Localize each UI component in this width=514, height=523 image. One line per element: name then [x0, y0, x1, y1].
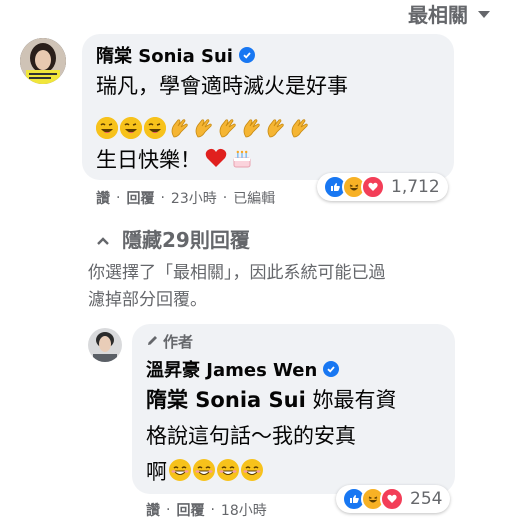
birthday-cake-icon — [231, 147, 253, 173]
reply-author[interactable]: 溫昇豪 James Wen — [146, 356, 340, 382]
comment-text: 生日快樂！ — [96, 148, 201, 172]
sort-dropdown[interactable]: 最相關 — [408, 0, 490, 27]
avatar[interactable] — [20, 38, 66, 84]
pencil-icon — [146, 333, 159, 351]
author-name[interactable]: 溫昇豪 James Wen — [146, 356, 317, 382]
separator-dot: · — [166, 502, 171, 518]
mention-link[interactable]: 隋棠 Sonia Sui — [146, 388, 306, 412]
clap-emoji-icon — [216, 117, 238, 139]
reply-text-line: 隋棠 Sonia Sui 妳最有資 — [146, 383, 396, 417]
chevron-up-icon — [96, 227, 110, 251]
reply-actions: 讚 · 回覆 · 18小時 — [146, 500, 267, 520]
love-icon — [361, 175, 385, 199]
hide-replies-label: 隱藏29則回覆 — [122, 228, 250, 252]
verified-badge-icon — [323, 361, 340, 377]
avatar[interactable] — [88, 328, 122, 362]
separator-dot: · — [222, 190, 228, 206]
reply-action[interactable]: 回覆 — [126, 188, 154, 208]
clap-emoji-icon — [264, 117, 286, 139]
separator-dot: · — [160, 190, 165, 206]
reply-text-line: 啊 — [146, 455, 263, 489]
reply-text: 格說這句話～我的安真 — [146, 424, 356, 448]
sort-label: 最相關 — [408, 2, 468, 27]
emoji-row — [96, 116, 312, 140]
reaction-summary[interactable]: 1,712 — [317, 173, 448, 201]
laughing-wink-emoji-icon — [144, 117, 166, 139]
reply-text: 啊 — [146, 460, 167, 484]
like-action[interactable]: 讚 — [96, 188, 110, 208]
reaction-count: 254 — [410, 489, 443, 509]
verified-badge-icon — [238, 47, 255, 63]
red-heart-icon — [205, 148, 227, 172]
author-name[interactable]: 隋棠 Sonia Sui — [96, 42, 233, 68]
timestamp[interactable]: 23小時 — [171, 188, 217, 208]
reaction-count: 1,712 — [391, 177, 440, 197]
clap-emoji-icon — [240, 117, 262, 139]
reply-text: 妳最有資 — [305, 388, 397, 412]
clap-emoji-icon — [288, 117, 310, 139]
comment-author[interactable]: 隋棠 Sonia Sui — [96, 42, 255, 68]
edited-label[interactable]: 已編輯 — [233, 188, 275, 208]
comment-actions: 讚 · 回覆 · 23小時 · 已編輯 — [96, 188, 275, 208]
clap-emoji-icon — [168, 117, 190, 139]
grin-emoji-icon — [241, 459, 263, 485]
reaction-summary[interactable]: 254 — [336, 485, 451, 513]
clap-emoji-icon — [192, 117, 214, 139]
separator-dot: · — [210, 502, 215, 518]
separator-dot: · — [116, 190, 121, 206]
author-badge: 作者 — [146, 331, 193, 352]
grin-emoji-icon — [193, 459, 215, 485]
love-icon — [380, 487, 404, 511]
author-badge-label: 作者 — [163, 333, 194, 351]
laughing-wink-emoji-icon — [120, 117, 142, 139]
timestamp[interactable]: 18小時 — [221, 500, 267, 520]
laughing-wink-emoji-icon — [96, 117, 118, 139]
comment-text-line: 生日快樂！ — [96, 143, 253, 177]
grin-emoji-icon — [217, 459, 239, 485]
notice-line: 你選擇了「最相關」，因此系統可能已過 — [88, 263, 386, 283]
grin-emoji-icon — [169, 459, 191, 485]
reply-action[interactable]: 回覆 — [176, 500, 204, 520]
filter-notice: 你選擇了「最相關」，因此系統可能已過 濾掉部分回覆。 — [88, 260, 386, 314]
comment-text: 瑞凡，學會適時滅火是好事 — [96, 74, 348, 98]
hide-replies-button[interactable]: 隱藏29則回覆 — [96, 224, 250, 253]
chevron-down-icon — [478, 10, 490, 18]
like-action[interactable]: 讚 — [146, 500, 160, 520]
notice-line: 濾掉部分回覆。 — [88, 290, 207, 310]
